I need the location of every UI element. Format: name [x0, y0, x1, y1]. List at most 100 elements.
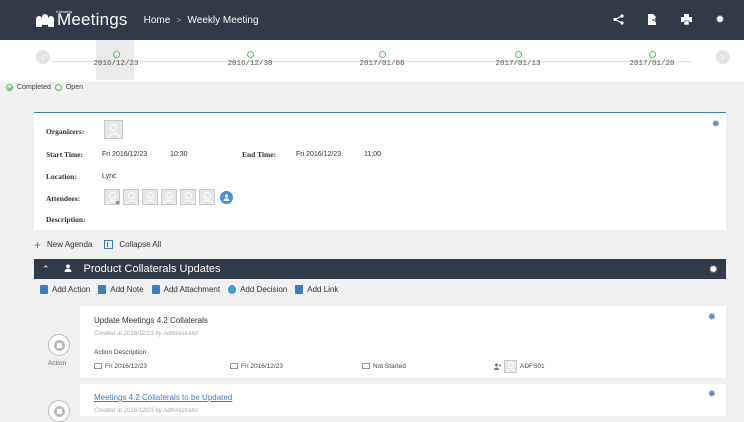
chevron-up-icon[interactable]: ⌃ — [42, 264, 50, 275]
action-item-title[interactable]: Update Meetings 4.2 Collaterals — [94, 316, 208, 325]
action-type-icon — [48, 334, 70, 356]
new-agenda-button[interactable]: New Agenda — [47, 240, 92, 249]
meeting-settings-gear-icon[interactable]: ✹ — [712, 119, 720, 130]
timeline-date: 2017/01/06 — [359, 60, 405, 68]
agenda-header[interactable]: ⌃ Product Collaterals Updates ✹ — [34, 259, 726, 279]
person-icon — [64, 264, 72, 274]
description-label: Description: — [46, 215, 86, 224]
assignee-name: ADFS01 — [520, 363, 545, 370]
note-settings-gear-icon[interactable]: ✹ — [708, 389, 716, 400]
open-circle-icon — [54, 84, 62, 91]
legend-completed: Completed — [17, 84, 51, 91]
top-bar: Kaimeng Meetings Home > Weekly Meeting ✹ — [0, 0, 744, 40]
breadcrumb-current: Weekly Meeting — [187, 14, 259, 26]
attendee-avatar[interactable] — [142, 189, 158, 205]
meeting-timeline: ‹ › 2016/12/23 2016/12/30 2017/01/06 201… — [0, 40, 744, 82]
timeline-node[interactable]: 2016/12/30 — [210, 51, 290, 68]
status-icon — [362, 363, 370, 369]
brand-tag: Kaimeng — [56, 9, 72, 14]
action-description-label: Action Description — [94, 349, 147, 356]
plus-icon: + — [34, 237, 42, 252]
organizer-avatar[interactable] — [104, 120, 123, 139]
add-attachment-icon — [151, 285, 160, 294]
people-logo-icon — [36, 12, 54, 28]
calendar-icon — [230, 363, 238, 369]
agenda-toolbar: Add Action Add Note Add Attachment Add D… — [40, 285, 338, 294]
add-decision-icon — [228, 285, 237, 294]
timeline-date: 2017/01/20 — [629, 60, 675, 68]
more-attendees-icon[interactable] — [220, 191, 233, 204]
organizers-label: Organizers: — [46, 127, 85, 136]
meeting-info-panel: ✹ Organizers: Start Time: Fri 2016/12/23… — [34, 112, 726, 230]
action-start-date: Fri 2016/12/23 — [94, 363, 147, 370]
agenda-settings-gear-icon[interactable]: ✹ — [709, 263, 718, 276]
completed-check-icon — [6, 84, 13, 91]
attendee-avatar[interactable] — [180, 189, 196, 205]
attendee-avatar[interactable] — [199, 189, 215, 205]
location-value: Lync — [102, 173, 117, 180]
add-action-icon — [40, 285, 48, 294]
breadcrumb: Home > Weekly Meeting — [144, 15, 259, 26]
timeline-date: 2016/12/23 — [93, 60, 139, 68]
end-date-value: Fri 2016/12/23 — [296, 151, 342, 158]
attendee-avatar[interactable] — [161, 189, 177, 205]
add-action-button[interactable]: Add Action — [52, 285, 90, 294]
open-status-icon — [648, 51, 656, 58]
item-type-label: Action — [48, 360, 67, 367]
legend-open: Open — [65, 84, 83, 91]
start-time-value: 10:30 — [170, 151, 188, 158]
location-label: Location: — [46, 172, 77, 181]
share-icon[interactable] — [612, 13, 624, 25]
attendees-label: Attendees: — [46, 194, 81, 203]
breadcrumb-separator: > — [176, 15, 182, 25]
collapse-all-button[interactable]: Collapse All — [119, 240, 161, 249]
print-icon[interactable] — [680, 13, 692, 25]
calendar-icon — [94, 363, 102, 369]
add-note-button[interactable]: Add Note — [110, 285, 143, 294]
open-status-icon — [378, 51, 386, 58]
assignee-people-icon — [494, 363, 502, 371]
open-status-icon — [514, 51, 522, 58]
note-type-icon — [48, 400, 70, 422]
action-item-meta: Created at 2016/12/23 by Administrator — [94, 331, 199, 337]
brand-logo[interactable]: Kaimeng Meetings — [36, 9, 128, 30]
end-time-label: End Time: — [242, 150, 277, 159]
agenda-title: Product Collaterals Updates — [83, 263, 221, 275]
collapse-icon — [104, 240, 114, 249]
action-item-card: Update Meetings 4.2 Collaterals Created … — [80, 306, 726, 378]
note-item-card: Meetings 4.2 Collaterals to be Updated C… — [80, 384, 726, 416]
timeline-node[interactable]: 2016/12/23 — [76, 51, 156, 68]
action-assignee[interactable] — [494, 363, 502, 371]
attendee-avatar[interactable] — [104, 189, 120, 205]
action-status[interactable]: Not Started — [362, 363, 406, 370]
add-link-button[interactable]: Add Link — [307, 285, 338, 294]
action-settings-gear-icon[interactable]: ✹ — [708, 312, 716, 323]
timeline-prev-icon[interactable]: ‹ — [36, 50, 50, 64]
start-date-value: Fri 2016/12/23 — [102, 151, 148, 158]
timeline-node[interactable]: 2017/01/06 — [342, 51, 422, 68]
settings-gear-icon[interactable]: ✹ — [714, 13, 726, 26]
timeline-node[interactable]: 2017/01/20 — [612, 51, 692, 68]
online-status-indicator — [116, 201, 119, 204]
end-time-value: 11:00 — [364, 151, 381, 158]
action-start-value: Fri 2016/12/23 — [105, 363, 147, 370]
agenda-actions-bar: + New Agenda Collapse All — [34, 237, 161, 252]
add-note-icon — [98, 285, 107, 294]
timeline-node[interactable]: 2017/01/13 — [478, 51, 558, 68]
export-document-icon[interactable] — [646, 13, 658, 25]
status-legend: Completed Open — [6, 84, 83, 91]
attendee-avatar[interactable] — [123, 189, 139, 205]
note-item-title[interactable]: Meetings 4.2 Collaterals to be Updated — [94, 393, 232, 402]
breadcrumb-home[interactable]: Home — [144, 15, 171, 26]
add-attachment-button[interactable]: Add Attachment — [164, 285, 220, 294]
action-status-value: Not Started — [373, 363, 406, 370]
action-due-date: Fri 2016/12/23 — [230, 363, 283, 370]
timeline-next-icon[interactable]: › — [716, 50, 730, 64]
add-link-icon — [295, 285, 304, 294]
timeline-date: 2017/01/13 — [495, 60, 541, 68]
assignee-avatar — [504, 360, 517, 373]
add-decision-button[interactable]: Add Decision — [240, 285, 287, 294]
start-time-label: Start Time: — [46, 150, 84, 159]
note-item-meta: Created at 2016/12/23 by Administrator — [94, 408, 199, 414]
open-status-icon — [246, 51, 254, 58]
